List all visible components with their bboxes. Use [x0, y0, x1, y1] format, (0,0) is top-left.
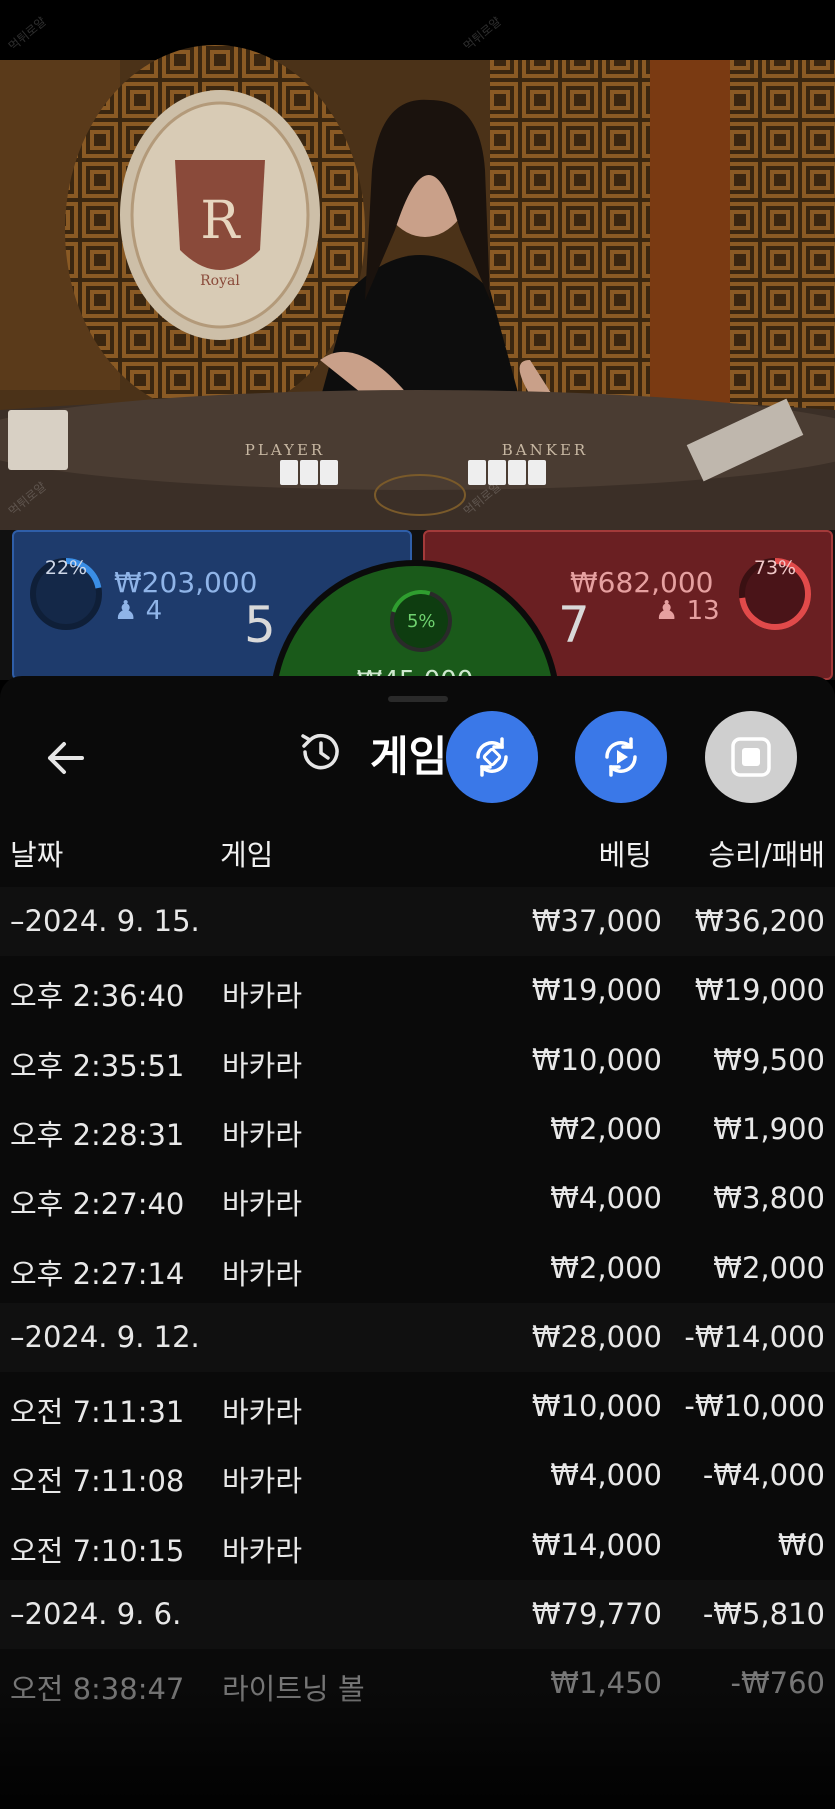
bet-cell: ₩10,000 [531, 1042, 662, 1077]
rotate-button[interactable] [446, 711, 538, 803]
bet-cell: ₩37,000 [531, 904, 662, 938]
history-row[interactable]: 오후 2:27:14 바카라 ₩2,000 ₩2,000 [0, 1234, 835, 1303]
date-cell: 오후 2:27:14 [10, 1256, 185, 1291]
history-row[interactable]: 오전 7:11:31 바카라 ₩10,000 -₩10,000 [0, 1372, 835, 1441]
game-cell: 바카라 [222, 1395, 303, 1430]
banker-bettor-count: ♟ 13 [655, 596, 720, 626]
arrow-left-icon[interactable] [36, 726, 100, 790]
result-cell: -₩10,000 [684, 1389, 825, 1424]
history-row[interactable]: 오후 2:35:51 바카라 ₩10,000 ₩9,500 [0, 1026, 835, 1095]
date-cell: 오전 8:38:47 [10, 1672, 185, 1707]
history-row[interactable]: 오후 2:28:31 바카라 ₩2,000 ₩1,900 [0, 1095, 835, 1164]
stop-icon [731, 737, 771, 777]
user-icon: ♟ [655, 596, 679, 626]
betting-board: 22% ₩203,000 ♟ 4 5 7 ₩682,000 ♟ 13 73% 5… [0, 530, 835, 680]
drag-handle[interactable] [388, 696, 448, 702]
result-cell: ₩2,000 [713, 1250, 825, 1285]
history-icon [301, 733, 339, 770]
history-row[interactable]: 오전 8:38:47 라이트닝 볼 ₩1,450 -₩760 [0, 1649, 835, 1718]
game-cell: 바카라 [222, 979, 303, 1014]
date-cell: 오전 7:11:08 [10, 1464, 185, 1499]
dealer-scene-illustration: R Royal PLAYER BANKER [0, 0, 835, 530]
bet-cell: ₩79,770 [531, 1597, 662, 1631]
date-cell: –2024. 9. 15. [10, 904, 200, 938]
result-cell: ₩3,800 [713, 1181, 825, 1216]
date-cell: 오후 2:36:40 [10, 979, 185, 1014]
bet-cell: ₩4,000 [550, 1181, 662, 1216]
date-cell: 오후 2:35:51 [10, 1048, 185, 1083]
game-cell: 라이트닝 볼 [222, 1672, 365, 1707]
history-row[interactable]: 오전 7:11:08 바카라 ₩4,000 -₩4,000 [0, 1441, 835, 1510]
column-header-date[interactable]: 날짜 [10, 832, 63, 874]
game-history-sheet: 게임 기록 날짜 게임 베팅 승리/패배 –2024. 9. 15.₩37,00… [0, 676, 835, 1809]
date-cell: –2024. 9. 6. [10, 1597, 182, 1631]
date-group-row[interactable]: –2024. 9. 6. ₩79,770 -₩5,810 [0, 1580, 835, 1649]
result-cell: -₩760 [730, 1666, 826, 1701]
tie-percent: 5% [406, 610, 436, 632]
column-header-bet[interactable]: 베팅 [599, 832, 652, 874]
player-score: 5 [244, 596, 276, 654]
tie-percent-ring: 5% [379, 579, 463, 663]
result-cell: ₩36,200 [694, 904, 825, 938]
banker-total-bet: ₩682,000 [570, 566, 714, 599]
history-row[interactable]: 오후 2:36:40 바카라 ₩19,000 ₩19,000 [0, 956, 835, 1025]
date-cell: –2024. 9. 12. [10, 1319, 200, 1354]
logo-text: Royal [200, 273, 240, 289]
bet-cell: ₩2,000 [550, 1250, 662, 1285]
game-cell: 바카라 [222, 1117, 303, 1152]
bet-cell: ₩19,000 [531, 973, 662, 1008]
player-bettor-count: ♟ 4 [114, 596, 163, 626]
date-cell: 오후 2:28:31 [10, 1117, 185, 1152]
result-cell: ₩9,500 [713, 1042, 825, 1077]
date-group-row[interactable]: –2024. 9. 12. ₩28,000 -₩14,000 [0, 1302, 835, 1372]
result-cell: ₩19,000 [694, 973, 825, 1008]
banker-area-label: BANKER [502, 441, 588, 459]
bet-cell: ₩28,000 [531, 1319, 662, 1354]
stop-button[interactable] [705, 711, 797, 803]
column-header-result[interactable]: 승리/패배 [709, 832, 826, 874]
date-cell: 오전 7:10:15 [10, 1533, 185, 1568]
date-group-row[interactable]: –2024. 9. 15. ₩37,000 ₩36,200 [0, 887, 835, 956]
rotate-icon [476, 737, 508, 777]
column-header-game[interactable]: 게임 [220, 832, 273, 874]
player-cards [280, 460, 338, 485]
banker-score: 7 [558, 596, 590, 654]
history-row[interactable]: 오후 2:27:40 바카라 ₩4,000 ₩3,800 [0, 1164, 835, 1233]
result-cell: -₩14,000 [684, 1319, 825, 1354]
logo-letter: R [200, 191, 241, 251]
game-cell: 바카라 [222, 1187, 303, 1222]
banker-percent: 73% [753, 557, 797, 579]
replay-button[interactable] [575, 711, 667, 803]
bet-cell: ₩2,000 [550, 1111, 662, 1146]
game-cell: 바카라 [222, 1048, 303, 1083]
user-icon: ♟ [114, 596, 138, 626]
bet-cell: ₩1,450 [550, 1666, 662, 1701]
bet-cell: ₩14,000 [531, 1527, 662, 1562]
date-cell: 오후 2:27:40 [10, 1187, 185, 1222]
history-row[interactable]: 오전 7:10:15 바카라 ₩14,000 ₩0 [0, 1511, 835, 1580]
bet-cell: ₩4,000 [550, 1458, 662, 1493]
live-video-stream: R Royal PLAYER BANKER 먹튀로얄 먹튀로얄 먹튀로얄 먹튀로… [0, 0, 835, 530]
result-cell: -₩4,000 [702, 1458, 825, 1493]
game-cell: 바카라 [222, 1533, 303, 1568]
player-area-label: PLAYER [245, 441, 325, 459]
result-cell: -₩5,810 [702, 1597, 825, 1631]
result-cell: ₩1,900 [713, 1111, 825, 1146]
date-cell: 오전 7:11:31 [10, 1395, 185, 1430]
player-percent: 22% [44, 557, 88, 579]
replay-icon [605, 737, 637, 777]
game-cell: 바카라 [222, 1464, 303, 1499]
result-cell: ₩0 [777, 1527, 825, 1562]
bet-cell: ₩10,000 [531, 1389, 662, 1424]
player-total-bet: ₩203,000 [114, 566, 258, 599]
game-cell: 바카라 [222, 1256, 303, 1291]
